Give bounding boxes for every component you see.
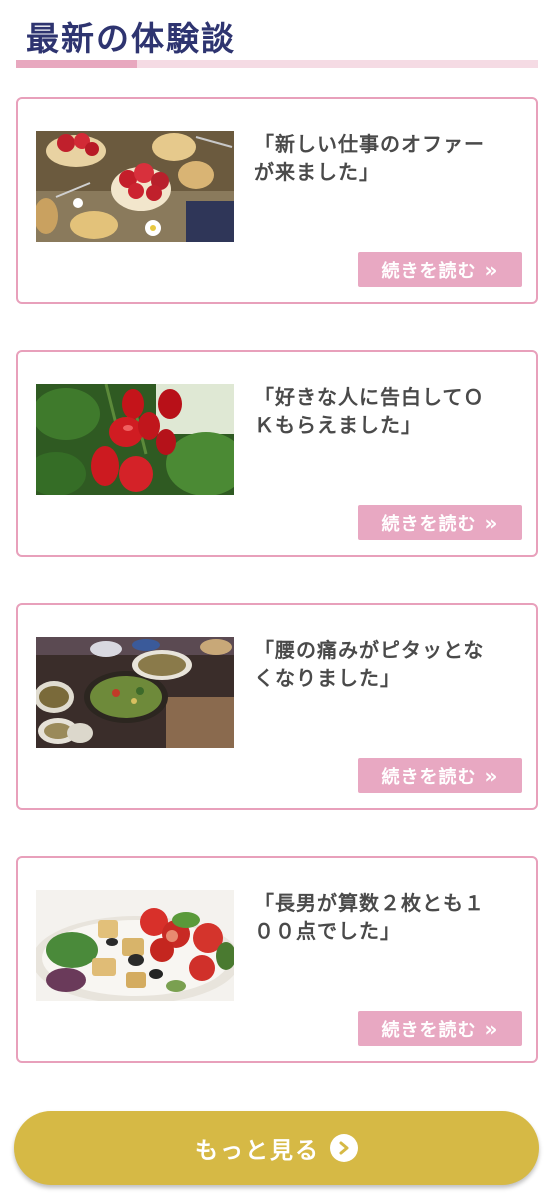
read-more-button[interactable]: 続きを読む » — [358, 1011, 522, 1046]
read-more-label: 続きを読む — [381, 260, 477, 282]
read-more-button[interactable]: 続きを読む » — [358, 758, 522, 793]
tomatoes-on-vine-photo[interactable] — [36, 384, 234, 495]
double-chevron-right-icon: » — [484, 763, 499, 788]
see-more-label: もっと見る — [195, 1138, 320, 1164]
title-underline-accent — [16, 60, 137, 68]
card-title: 「新しい仕事のオファーが来ました」 — [254, 132, 485, 184]
page: 最新の体験談 「新しい仕事のオファーが来ました」 続きを読む » 「好きな人に告… — [0, 0, 557, 1200]
read-more-label: 続きを読む — [381, 513, 477, 535]
card-title: 「好きな人に告白してＯＫもらえました」 — [254, 385, 485, 437]
card-title: 「腰の痛みがピタッとなくなりました」 — [254, 638, 485, 690]
see-more-button[interactable]: もっと見る — [14, 1111, 539, 1185]
strawberry-tarts-photo[interactable] — [36, 131, 234, 242]
read-more-label: 続きを読む — [381, 1019, 477, 1041]
testimonial-card[interactable]: 「長男が算数２枚とも１００点でした」 続きを読む » — [16, 856, 538, 1063]
double-chevron-right-icon: » — [484, 510, 499, 535]
read-more-button[interactable]: 続きを読む » — [358, 252, 522, 287]
read-more-button[interactable]: 続きを読む » — [358, 505, 522, 540]
double-chevron-right-icon: » — [484, 1016, 499, 1041]
salad-bowls-photo[interactable] — [36, 637, 234, 748]
section-title: 最新の体験談 — [26, 19, 236, 58]
title-underline — [16, 60, 538, 68]
card-title: 「長男が算数２枚とも１００点でした」 — [254, 891, 485, 943]
read-more-label: 続きを読む — [381, 766, 477, 788]
testimonial-card[interactable]: 「好きな人に告白してＯＫもらえました」 続きを読む » — [16, 350, 538, 557]
double-chevron-right-icon: » — [484, 257, 499, 282]
panzanella-salad-photo[interactable] — [36, 890, 234, 1001]
section-header: 最新の体験談 — [16, 0, 538, 68]
chevron-right-circle-icon — [330, 1134, 358, 1162]
testimonial-card[interactable]: 「新しい仕事のオファーが来ました」 続きを読む » — [16, 97, 538, 304]
testimonial-card[interactable]: 「腰の痛みがピタッとなくなりました」 続きを読む » — [16, 603, 538, 810]
